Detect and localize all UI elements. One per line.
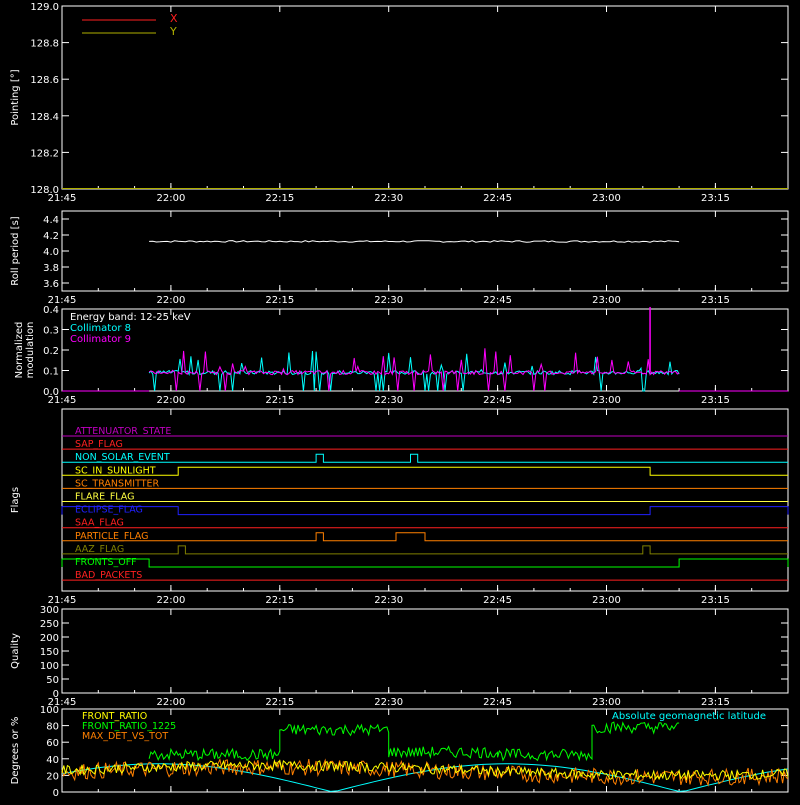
flag-trace-particle_flag [62,532,788,542]
y-axis-label: Degrees or % [10,717,21,785]
x-tick-label: 22:15 [265,395,294,406]
y-tick-label: 300 [40,605,59,616]
x-tick-label: 22:00 [156,295,185,306]
x-tick-label: 22:15 [265,595,294,606]
flag-trace-sc_in_sunlight [62,466,788,476]
flag-label-fronts_off: FRONTS_OFF [75,557,137,568]
x-tick-label: 23:15 [701,697,730,708]
x-tick-label: 22:00 [156,395,185,406]
y-tick-label: 128.6 [30,75,59,86]
ratio-legend-latitude: Absolute geomagnetic latitude [612,711,766,722]
flag-trace-aaz_flag [62,545,788,555]
modulation-series-1 [148,348,680,392]
x-tick-label: 23:00 [592,295,621,306]
x-tick-label: 22:30 [374,193,403,204]
x-tick-label: 23:00 [592,697,621,708]
y-tick-label: 128.0 [30,185,59,196]
y-tick-label: 150 [40,647,59,658]
flag-trace-eclipse_flag [61,506,789,516]
x-tick-label: 22:15 [265,697,294,708]
y-tick-label: 128.8 [30,39,59,50]
y-axis-label: modulation [25,322,36,379]
flag-label-particle_flag: PARTICLE_FLAG [75,531,148,542]
y-tick-label: 129.0 [30,2,59,13]
x-tick-label: 22:15 [265,295,294,306]
modulation-legend-label: Collimator 8 [70,323,131,334]
panel-frame-quality [61,608,789,694]
flag-label-attenuator_state: ATTENUATOR_STATE [75,426,171,437]
x-tick-label: 23:15 [701,395,730,406]
x-tick-label: 23:00 [592,193,621,204]
front-ratio-1225-line [148,721,680,762]
x-tick-label: 22:45 [483,697,512,708]
y-tick-label: 0.0 [43,387,59,398]
flag-label-bad_packets: BAD_PACKETS [75,570,142,581]
x-tick-label: 22:45 [483,193,512,204]
y-tick-label: 4.2 [43,231,59,242]
y-tick-label: 200 [40,633,59,644]
modulation-series-0 [148,350,680,392]
flag-label-sc_transmitter: SC_TRANSMITTER [75,478,160,489]
x-tick-label: 22:00 [156,697,185,708]
x-tick-label: 22:30 [374,697,403,708]
legend-label-Y: Y [169,25,177,38]
y-axis-label: Pointing [°] [10,69,21,125]
x-tick-label: 22:30 [374,295,403,306]
ratio-legend-max_det_vs_tot: MAX_DET_VS_TOT [82,731,168,742]
y-tick-label: 4.4 [43,215,59,226]
modulation-legend-label: Energy band: 12-25 keV [70,312,191,323]
x-tick-label: 22:30 [374,595,403,606]
y-tick-label: 4.0 [43,247,59,258]
y-axis-label: Flags [10,487,21,513]
x-tick-label: 22:30 [374,395,403,406]
modulation-legend-label: Collimator 9 [70,334,131,345]
y-axis-label: Normalized [14,322,25,379]
flag-trace-non_solar_event [62,453,788,463]
x-tick-label: 22:00 [156,193,185,204]
y-tick-label: 0 [53,788,59,799]
y-tick-label: 128.4 [30,112,59,123]
roll-period-line [149,240,680,243]
flag-label-non_solar_event: NON_SOLAR_EVENT [75,452,170,463]
y-axis-label: Roll period [s] [10,216,21,285]
flag-label-sap_flag: SAP_FLAG [75,439,123,450]
flag-label-flare_flag: FLARE_FLAG [75,492,135,503]
y-tick-label: 60 [46,738,59,749]
flag-label-sc_in_sunlight: SC_IN_SUNLIGHT [75,465,156,476]
y-axis-label: Quality [10,633,21,669]
y-tick-label: 100 [40,705,59,716]
x-tick-label: 22:45 [483,295,512,306]
flag-label-eclipse_flag: ECLIPSE_FLAG [75,505,143,516]
x-tick-label: 22:45 [483,595,512,606]
panel-frame-roll-period [61,210,789,292]
x-tick-label: 23:15 [701,193,730,204]
y-tick-label: 0.4 [43,305,59,316]
chart-canvas: 21:45 22:00 22:15 22:30 22:45 23:00 23:15128.0… [10,2,789,799]
x-tick-label: 23:15 [701,595,730,606]
y-tick-label: 128.2 [30,148,59,159]
y-tick-label: 3.6 [43,279,59,290]
y-tick-label: 100 [40,661,59,672]
flag-label-aaz_flag: AAZ_FLAG [75,544,124,555]
y-tick-label: 250 [40,619,59,630]
x-tick-label: 23:00 [592,595,621,606]
y-tick-label: 80 [46,722,59,733]
y-tick-label: 40 [46,755,59,766]
chart-stage: 21:45 22:00 22:15 22:30 22:45 23:00 23:15 128.0… [0,0,800,800]
x-tick-label: 23:15 [701,295,730,306]
x-tick-label: 22:00 [156,595,185,606]
y-tick-label: 0.1 [43,367,59,378]
x-tick-label: 23:00 [592,395,621,406]
y-tick-label: 20 [46,771,59,782]
y-tick-label: 0 [53,689,59,700]
flag-label-saa_flag: SAA_FLAG [75,518,124,529]
y-tick-label: 3.8 [43,263,59,274]
flag-trace-fronts_off [61,558,789,568]
x-tick-label: 22:45 [483,395,512,406]
x-tick-label: 22:15 [265,193,294,204]
legend-label-X: X [170,12,178,25]
y-tick-label: 50 [46,675,59,686]
y-tick-label: 0.2 [43,346,59,357]
y-tick-label: 0.3 [43,326,59,337]
